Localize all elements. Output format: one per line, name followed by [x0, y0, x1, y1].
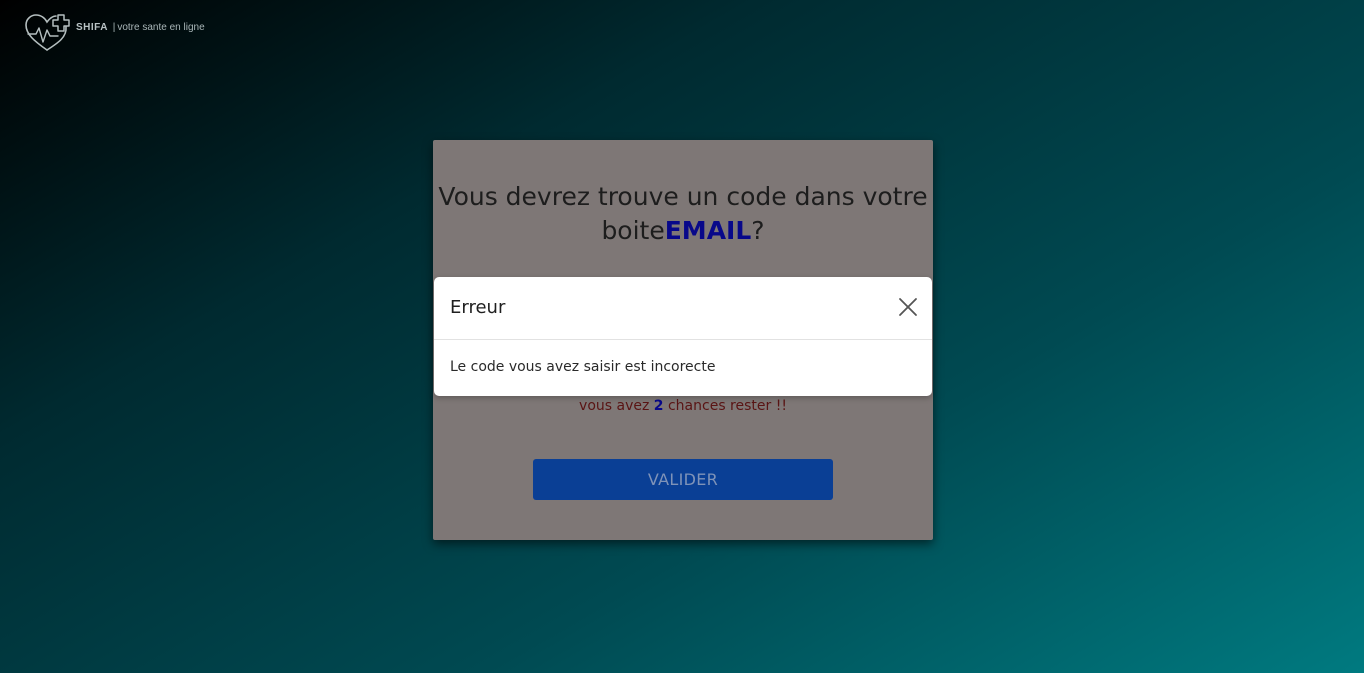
logo-separator: |: [112, 21, 116, 33]
logo-brand: SHIFA: [76, 21, 108, 33]
logo[interactable]: SHIFA | votre sante en ligne: [24, 13, 205, 53]
logo-tagline: votre sante en ligne: [117, 21, 205, 33]
card-title-suffix: ?: [751, 216, 765, 245]
card-title: Vous devrez trouve un code dans votre bo…: [433, 180, 933, 248]
modal-header: Erreur: [434, 277, 932, 340]
heart-pulse-cross-icon: [24, 13, 72, 53]
chances-count: 2: [653, 398, 664, 414]
modal-message: Le code vous avez saisir est incorecte: [450, 359, 716, 375]
close-icon[interactable]: [898, 297, 918, 317]
chances-suffix: chances rester !!: [667, 398, 787, 414]
validate-button[interactable]: VALIDER: [533, 459, 833, 500]
modal-title: Erreur: [450, 297, 506, 318]
logo-text: SHIFA | votre sante en ligne: [76, 22, 205, 33]
chances-remaining: vous avez 2 chances rester !!: [433, 398, 933, 414]
chances-prefix: vous avez: [579, 398, 650, 414]
error-modal: Erreur Le code vous avez saisir est inco…: [434, 277, 932, 396]
card-title-email: EMAIL: [664, 216, 752, 245]
